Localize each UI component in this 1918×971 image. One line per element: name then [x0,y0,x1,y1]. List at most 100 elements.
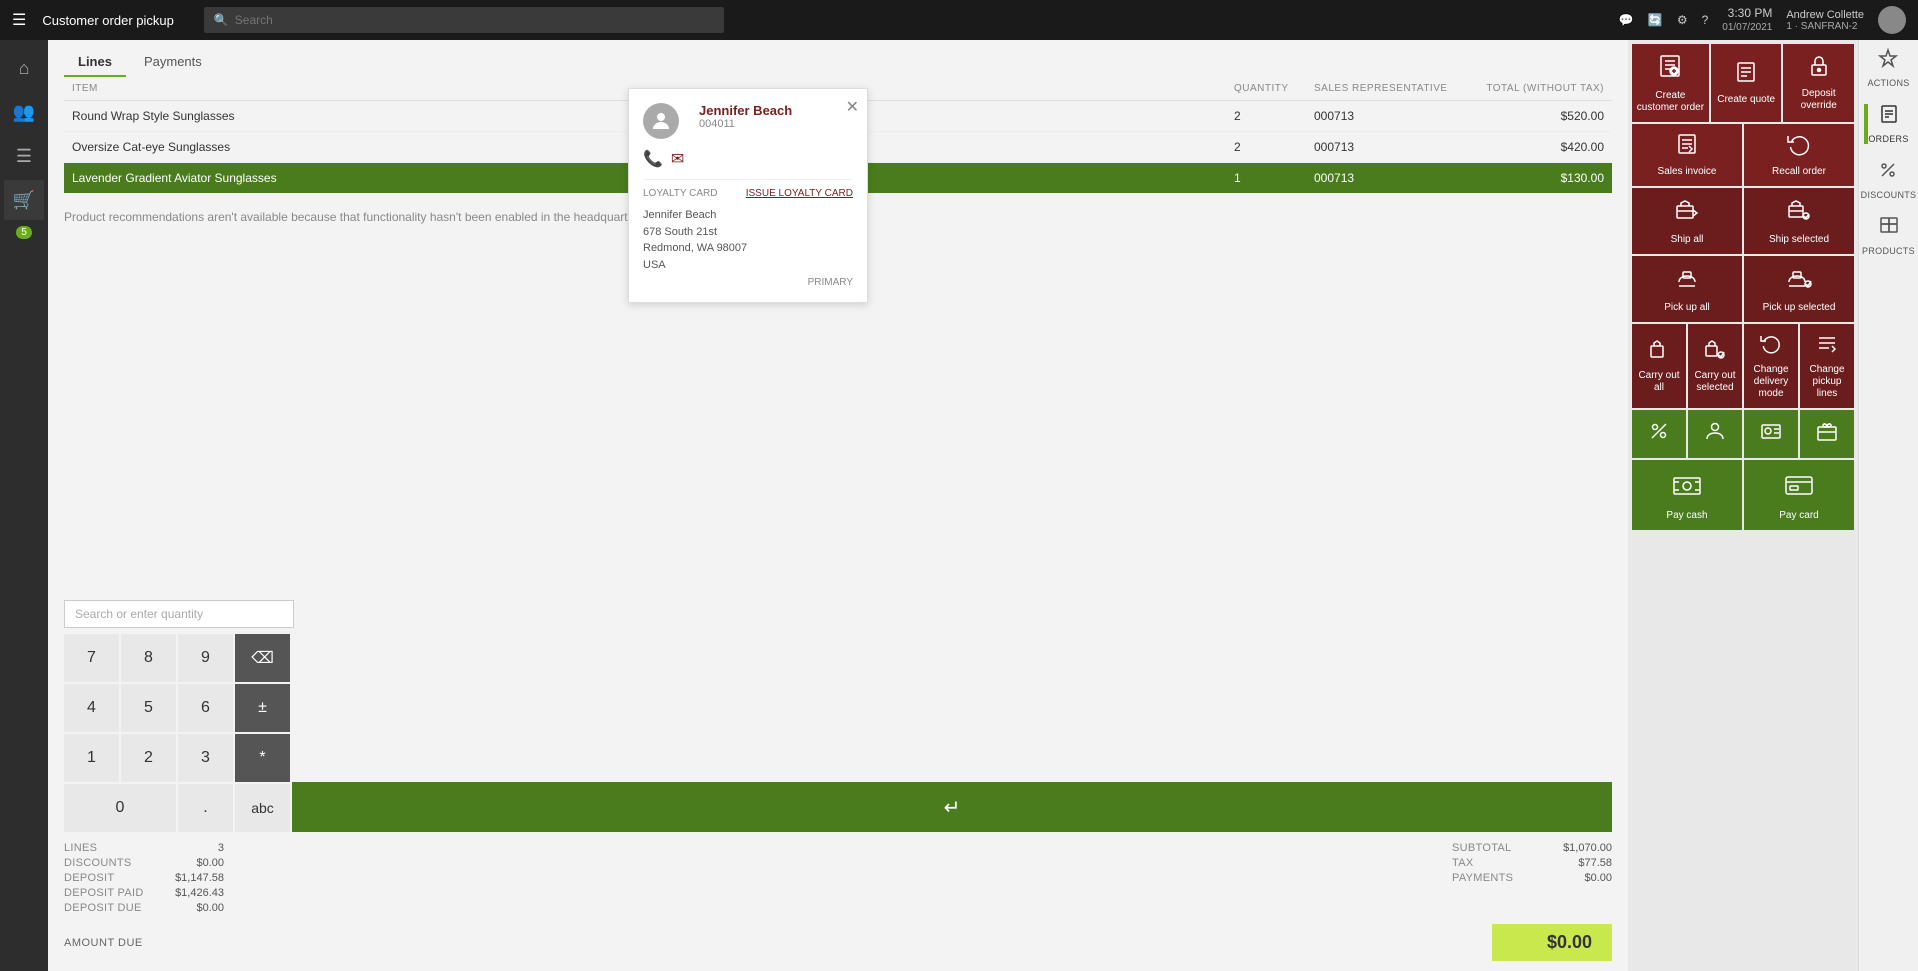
customer-actions: 📞 ✉ [643,145,853,169]
side-tool-orders-label: ORDERS [1868,134,1908,144]
products-icon [1879,216,1899,242]
financials: LINES 3 DISCOUNTS $0.00 DEPOSIT $1,147.5… [64,842,1612,914]
tile-change-delivery[interactable]: Change delivery mode [1744,324,1798,408]
side-toolbar: ACTIONS ORDERS [1858,40,1918,971]
numpad-2[interactable]: 2 [121,734,176,782]
chat-icon[interactable]: 💬 [1619,13,1634,27]
hamburger-icon[interactable]: ☰ [12,10,26,30]
tile-label: Create customer order [1636,90,1705,114]
customer-phone-icon[interactable]: 📞 [643,149,663,169]
numpad-0[interactable]: 0 [64,784,176,832]
numpad-plusminus[interactable]: ± [235,684,290,732]
search-input[interactable] [235,13,714,27]
numpad-8[interactable]: 8 [121,634,176,682]
numpad-7[interactable]: 7 [64,634,119,682]
tile-row-payment: Pay cash Pay card [1632,460,1854,530]
side-tool-products[interactable]: PRODUCTS [1862,216,1915,256]
tile-photo-id[interactable] [1744,410,1798,458]
numpad-6[interactable]: 6 [178,684,233,732]
settings-icon[interactable]: ⚙ [1677,13,1688,27]
tile-pickup-all[interactable]: Pick up all [1632,256,1742,322]
search-bar[interactable]: 🔍 [204,7,724,33]
item-total: $520.00 [1474,109,1604,123]
tile-recall-order[interactable]: Recall order [1744,124,1854,186]
numpad-9[interactable]: 9 [178,634,233,682]
refresh-icon[interactable]: 🔄 [1648,13,1663,27]
primary-badge: PRIMARY [643,277,853,288]
tile-label: Pay card [1779,510,1818,522]
numpad: 7 8 9 ⌫ 4 5 6 ± 1 2 3 * 0 [64,634,290,832]
sidebar-badge: 5 [16,226,32,239]
numpad-dot[interactable]: . [178,784,233,832]
numpad-enter[interactable]: ↵ [292,782,1612,832]
tile-pay-card[interactable]: Pay card [1744,460,1854,530]
quantity-search[interactable]: Search or enter quantity [64,600,294,628]
tile-carry-selected[interactable]: Carry out selected [1688,324,1742,408]
customer-name: Jennifer Beach [699,103,792,118]
tab-payments[interactable]: Payments [130,48,216,77]
tile-sales-invoice[interactable]: Sales invoice [1632,124,1742,186]
sidebar-item-home[interactable]: ⌂ [4,48,44,88]
tile-deposit-override[interactable]: Deposit override [1783,44,1854,122]
discounts-icon [1878,160,1898,186]
sidebar: ⌂ 👥 ☰ 🛒 5 [0,40,48,971]
side-tool-products-label: PRODUCTS [1862,246,1915,256]
item-total: $420.00 [1474,140,1604,154]
pay-card-icon [1783,468,1815,506]
help-icon[interactable]: ? [1702,13,1709,27]
customer-email-icon[interactable]: ✉ [671,149,684,169]
tile-create-customer-order[interactable]: Create customer order [1632,44,1709,122]
carry-selected-icon [1704,338,1726,366]
tile-pickup-selected[interactable]: Pick up selected [1744,256,1854,322]
tile-label: Change pickup lines [1804,364,1850,400]
tile-label: Carry out all [1636,370,1682,394]
customer-avatar [643,103,679,139]
numpad-4[interactable]: 4 [64,684,119,732]
right-panel: Create customer order Create quote [1628,40,1918,971]
gift-card-icon [1816,420,1838,448]
tabs: Lines Payments [48,40,1628,77]
item-qty: 1 [1234,171,1314,185]
sidebar-item-customers[interactable]: 👥 [4,92,44,132]
numpad-abc[interactable]: abc [235,784,290,832]
numpad-5[interactable]: 5 [121,684,176,732]
photo-id-icon [1760,420,1782,448]
side-tool-orders[interactable]: ORDERS [1868,104,1908,144]
discount-line-icon [1648,420,1670,448]
carry-all-icon [1648,338,1670,366]
numpad-1[interactable]: 1 [64,734,119,782]
tile-customer[interactable] [1688,410,1742,458]
customer-address: Jennifer Beach 678 South 21st Redmond, W… [643,207,853,273]
tile-label: Sales invoice [1658,166,1717,178]
financials-right: SUBTOTAL $1,070.00 TAX $77.58 PAYMENTS $… [1452,842,1612,914]
tile-pay-cash[interactable]: Pay cash [1632,460,1742,530]
loyalty-action[interactable]: Issue loyalty card [746,188,853,199]
action-tiles: Create customer order Create quote [1628,40,1858,971]
financials-area: LINES 3 DISCOUNTS $0.00 DEPOSIT $1,147.5… [48,832,1628,971]
customer-close-button[interactable]: ✕ [846,97,859,117]
sidebar-item-cart[interactable]: 🛒 [4,180,44,220]
avatar[interactable] [1878,6,1906,34]
tile-ship-selected[interactable]: Ship selected [1744,188,1854,254]
tile-create-quote[interactable]: Create quote [1711,44,1782,122]
loyalty-row: LOYALTY CARD Issue loyalty card [643,179,853,199]
tile-discount-line[interactable] [1632,410,1686,458]
sidebar-item-menu[interactable]: ☰ [4,136,44,176]
amount-due-value: $0.00 [1492,924,1612,961]
change-pickup-icon [1816,332,1838,360]
ship-selected-icon [1785,196,1813,230]
numpad-3[interactable]: 3 [178,734,233,782]
tile-change-pickup[interactable]: Change pickup lines [1800,324,1854,408]
tile-ship-all[interactable]: Ship all [1632,188,1742,254]
side-tool-actions[interactable]: ACTIONS [1867,48,1909,88]
sales-invoice-icon [1675,132,1699,162]
tab-lines[interactable]: Lines [64,48,126,77]
side-tool-discounts[interactable]: DISCOUNTS [1861,160,1917,200]
pickup-all-icon [1673,264,1701,298]
tile-gift-card[interactable] [1800,410,1854,458]
tile-label: Pick up selected [1763,302,1836,314]
numpad-backspace[interactable]: ⌫ [235,634,290,682]
app-title: Customer order pickup [42,13,174,28]
tile-carry-all[interactable]: Carry out all [1632,324,1686,408]
numpad-multiply[interactable]: * [235,734,290,782]
